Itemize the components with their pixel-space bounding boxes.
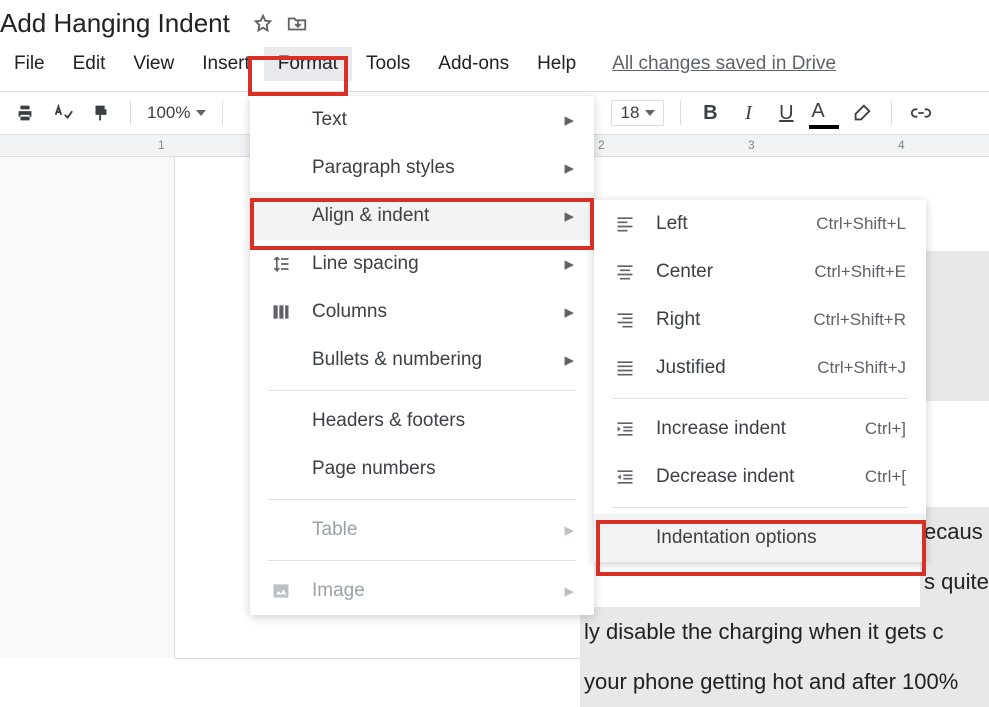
align-right[interactable]: Right Ctrl+Shift+R: [594, 296, 926, 344]
format-bullets-numbering[interactable]: Bullets & numbering ▸: [250, 336, 594, 384]
menu-view[interactable]: View: [119, 47, 188, 81]
separator: [130, 101, 131, 125]
spellcheck-icon[interactable]: [50, 100, 76, 126]
align-justify-icon: [612, 358, 638, 378]
format-text[interactable]: Text ▸: [250, 96, 594, 144]
divider: [268, 560, 576, 561]
align-left[interactable]: Left Ctrl+Shift+L: [594, 200, 926, 248]
separator: [222, 101, 223, 125]
submenu-arrow-icon: ▸: [564, 109, 574, 132]
menu-file[interactable]: File: [0, 47, 59, 81]
submenu-arrow-icon: ▸: [564, 253, 574, 276]
format-line-spacing[interactable]: Line spacing ▸: [250, 240, 594, 288]
decrease-indent-icon: [612, 467, 638, 487]
decrease-indent[interactable]: Decrease indent Ctrl+[: [594, 453, 926, 501]
submenu-arrow-icon: ▸: [564, 301, 574, 324]
divider: [612, 507, 908, 508]
menu-edit[interactable]: Edit: [59, 47, 120, 81]
increase-indent[interactable]: Increase indent Ctrl+]: [594, 405, 926, 453]
separator: [680, 101, 681, 125]
document-title[interactable]: Add Hanging Indent: [0, 8, 230, 39]
divider: [268, 390, 576, 391]
format-paragraph-styles[interactable]: Paragraph styles ▸: [250, 144, 594, 192]
menu-help[interactable]: Help: [523, 47, 590, 81]
submenu-arrow-icon: ▸: [564, 205, 574, 228]
menu-tools[interactable]: Tools: [352, 47, 424, 81]
zoom-select[interactable]: 100%: [147, 103, 206, 123]
caret-icon: [196, 110, 206, 116]
star-icon[interactable]: [252, 13, 274, 35]
format-dropdown: Text ▸ Paragraph styles ▸ Align & indent…: [250, 96, 594, 615]
submenu-arrow-icon: ▸: [564, 580, 574, 603]
format-align-indent[interactable]: Align & indent ▸: [250, 192, 594, 240]
format-page-numbers[interactable]: Page numbers: [250, 445, 594, 493]
format-image: Image ▸: [250, 567, 594, 615]
save-status[interactable]: All changes saved in Drive: [612, 53, 836, 75]
format-columns[interactable]: Columns ▸: [250, 288, 594, 336]
insert-link-icon[interactable]: [908, 100, 934, 126]
format-headers-footers[interactable]: Headers & footers: [250, 397, 594, 445]
bold-button[interactable]: B: [697, 100, 723, 126]
line-spacing-icon: [268, 254, 294, 274]
font-size-select[interactable]: 18: [611, 100, 664, 126]
format-table: Table ▸: [250, 506, 594, 554]
align-left-icon: [612, 214, 638, 234]
print-icon[interactable]: [12, 100, 38, 126]
submenu-arrow-icon: ▸: [564, 349, 574, 372]
text-color-button[interactable]: A: [811, 100, 837, 126]
menu-bar: File Edit View Insert Format Tools Add-o…: [0, 43, 989, 91]
paint-format-icon[interactable]: [88, 100, 114, 126]
italic-button[interactable]: I: [735, 100, 761, 126]
divider: [612, 398, 908, 399]
underline-button[interactable]: U: [773, 100, 799, 126]
submenu-arrow-icon: ▸: [564, 157, 574, 180]
separator: [891, 101, 892, 125]
divider: [268, 499, 576, 500]
align-right-icon: [612, 310, 638, 330]
menu-format[interactable]: Format: [264, 47, 352, 81]
menu-insert[interactable]: Insert: [188, 47, 264, 81]
align-indent-submenu: Left Ctrl+Shift+L Center Ctrl+Shift+E Ri…: [594, 200, 926, 562]
align-center[interactable]: Center Ctrl+Shift+E: [594, 248, 926, 296]
indentation-options[interactable]: Indentation options: [594, 514, 926, 562]
increase-indent-icon: [612, 419, 638, 439]
align-center-icon: [612, 262, 638, 282]
submenu-arrow-icon: ▸: [564, 519, 574, 542]
menu-addons[interactable]: Add-ons: [424, 47, 523, 81]
move-to-folder-icon[interactable]: [286, 13, 308, 35]
highlight-color-button[interactable]: [849, 100, 875, 126]
caret-icon: [645, 110, 655, 116]
align-justified[interactable]: Justified Ctrl+Shift+J: [594, 344, 926, 392]
image-icon: [268, 581, 294, 601]
columns-icon: [268, 302, 294, 322]
